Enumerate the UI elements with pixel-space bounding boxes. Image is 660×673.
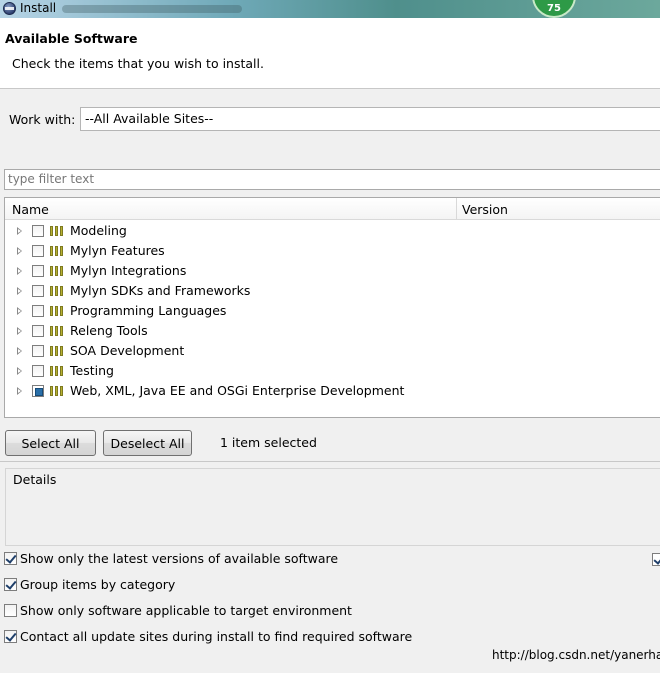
tree-row[interactable]: Mylyn Features — [5, 241, 660, 261]
row-checkbox[interactable] — [32, 285, 44, 297]
expand-arrow-icon[interactable] — [17, 327, 22, 335]
category-icon — [50, 266, 64, 276]
expand-arrow-icon[interactable] — [17, 247, 22, 255]
tree-row[interactable]: SOA Development — [5, 341, 660, 361]
tree-row[interactable]: Programming Languages — [5, 301, 660, 321]
category-icon — [50, 226, 64, 236]
divider — [0, 461, 660, 462]
row-checkbox[interactable] — [32, 305, 44, 317]
row-label: Web, XML, Java EE and OSGi Enterprise De… — [70, 383, 405, 398]
category-icon — [50, 306, 64, 316]
tree-row[interactable]: Mylyn Integrations — [5, 261, 660, 281]
work-with-combo[interactable]: --All Available Sites-- — [80, 107, 660, 131]
row-checkbox[interactable] — [32, 385, 44, 397]
row-checkbox[interactable] — [32, 225, 44, 237]
category-icon — [50, 286, 64, 296]
tree-row[interactable]: Testing — [5, 361, 660, 381]
column-header-name[interactable]: Name — [12, 202, 49, 217]
option-label: Group items by category — [20, 577, 176, 592]
blurred-title-region — [62, 5, 242, 13]
watermark-text: http://blog.csdn.net/yanerhao — [492, 648, 660, 662]
expand-arrow-icon[interactable] — [17, 267, 22, 275]
row-label: Releng Tools — [70, 323, 148, 338]
row-checkbox[interactable] — [32, 265, 44, 277]
column-header-version[interactable]: Version — [462, 202, 508, 217]
page-subtitle: Check the items that you wish to install… — [12, 56, 264, 71]
details-group — [5, 468, 660, 546]
deselect-all-button[interactable]: Deselect All — [103, 430, 192, 456]
option-label: Contact all update sites during install … — [20, 629, 413, 644]
tree-row[interactable]: Mylyn SDKs and Frameworks — [5, 281, 660, 301]
row-label: Programming Languages — [70, 303, 227, 318]
expand-arrow-icon[interactable] — [17, 287, 22, 295]
selected-count-text: 1 item selected — [220, 435, 317, 450]
option-checkbox[interactable] — [4, 630, 17, 643]
option-checkbox[interactable] — [4, 604, 17, 617]
tree-row[interactable]: Web, XML, Java EE and OSGi Enterprise De… — [5, 381, 660, 401]
details-label: Details — [13, 472, 57, 487]
cpu-usage-badge: 75 — [532, 0, 576, 18]
software-tree-table[interactable]: Name Version Modeling Mylyn Features Mylyn… — [4, 197, 660, 418]
expand-arrow-icon[interactable] — [17, 367, 22, 375]
row-checkbox[interactable] — [32, 345, 44, 357]
category-icon — [50, 386, 64, 396]
tree-row[interactable]: Modeling — [5, 221, 660, 241]
row-checkbox[interactable] — [32, 325, 44, 337]
category-icon — [50, 326, 64, 336]
category-icon — [50, 346, 64, 356]
row-label: Testing — [70, 363, 114, 378]
expand-arrow-icon[interactable] — [17, 227, 22, 235]
row-checkbox[interactable] — [32, 365, 44, 377]
row-label: Mylyn Integrations — [70, 263, 187, 278]
hide-installed-checkbox[interactable] — [652, 553, 660, 566]
window-titlebar: Install 75 — [0, 0, 660, 18]
work-with-label: Work with: — [9, 112, 76, 127]
category-icon — [50, 246, 64, 256]
page-title: Available Software — [5, 31, 138, 46]
row-checkbox[interactable] — [32, 245, 44, 257]
tree-row[interactable]: Releng Tools — [5, 321, 660, 341]
option-checkbox[interactable] — [4, 552, 17, 565]
row-label: Mylyn SDKs and Frameworks — [70, 283, 251, 298]
select-all-button[interactable]: Select All — [5, 430, 96, 456]
category-icon — [50, 366, 64, 376]
option-checkbox[interactable] — [4, 578, 17, 591]
table-header: Name Version — [5, 198, 660, 220]
column-separator[interactable] — [456, 198, 457, 219]
option-label: Show only software applicable to target … — [20, 603, 352, 618]
dialog-header: Available Software Check the items that … — [0, 18, 660, 89]
expand-arrow-icon[interactable] — [17, 347, 22, 355]
row-label: Modeling — [70, 223, 127, 238]
window-title: Install — [20, 1, 57, 15]
expand-arrow-icon[interactable] — [17, 387, 22, 395]
eclipse-icon — [3, 2, 16, 15]
row-label: Mylyn Features — [70, 243, 165, 258]
row-label: SOA Development — [70, 343, 185, 358]
expand-arrow-icon[interactable] — [17, 307, 22, 315]
option-label: Show only the latest versions of availab… — [20, 551, 339, 566]
filter-input[interactable]: type filter text — [4, 169, 660, 190]
